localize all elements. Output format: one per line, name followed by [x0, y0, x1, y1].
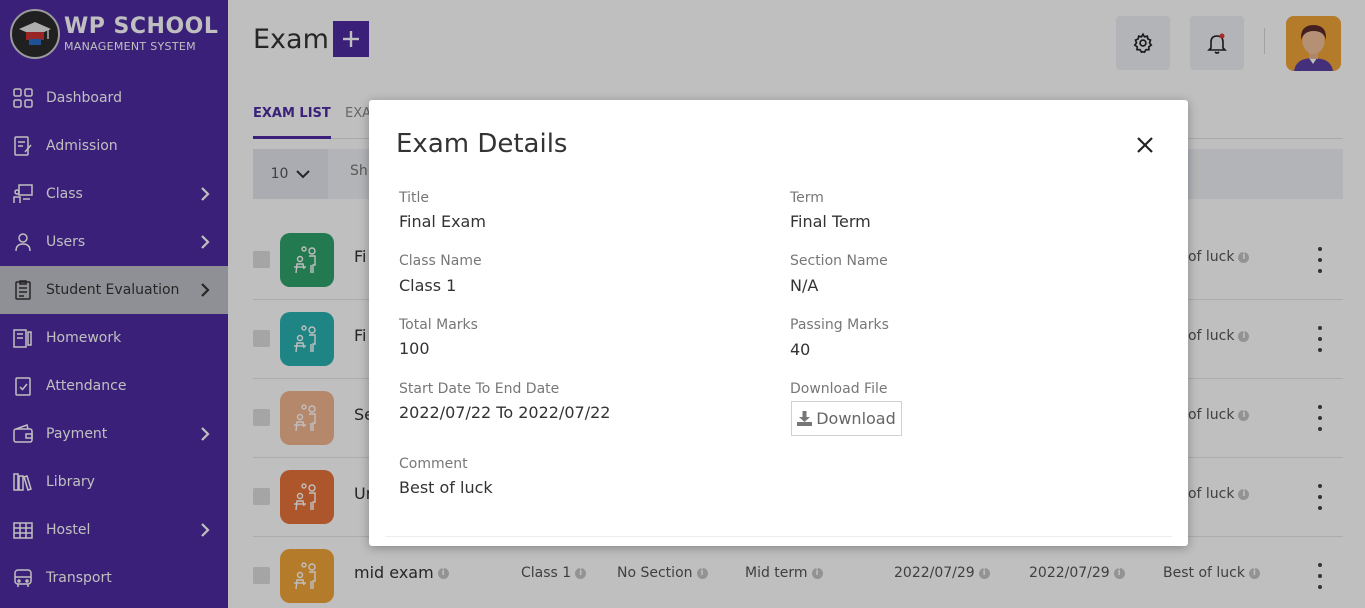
- field-value-title: Final Exam: [399, 212, 486, 231]
- field-label-section-name: Section Name: [790, 253, 888, 269]
- field-value-term: Final Term: [790, 212, 871, 231]
- field-value-class-name: Class 1: [399, 276, 457, 295]
- field-value-comment: Best of luck: [399, 478, 493, 497]
- modal-divider: [385, 536, 1172, 537]
- field-value-date-range: 2022/07/22 To 2022/07/22: [399, 403, 611, 422]
- field-value-passing-marks: 40: [790, 340, 811, 359]
- field-label-comment: Comment: [399, 456, 468, 472]
- field-label-date-range: Start Date To End Date: [399, 381, 560, 397]
- field-label-download-file: Download File: [790, 381, 888, 397]
- field-label-total-marks: Total Marks: [399, 317, 478, 333]
- field-value-section-name: N/A: [790, 276, 819, 295]
- field-label-term: Term: [790, 190, 824, 206]
- download-button[interactable]: Download: [791, 401, 902, 436]
- download-icon: [797, 411, 813, 426]
- exam-details-modal: Exam Details Title Final Exam Term Final…: [369, 100, 1188, 546]
- close-icon: [1137, 137, 1153, 153]
- field-label-passing-marks: Passing Marks: [790, 317, 889, 333]
- field-label-title: Title: [399, 190, 430, 206]
- close-button[interactable]: [1133, 133, 1157, 157]
- field-value-total-marks: 100: [399, 339, 430, 358]
- field-label-class-name: Class Name: [399, 253, 482, 269]
- modal-title: Exam Details: [396, 129, 568, 159]
